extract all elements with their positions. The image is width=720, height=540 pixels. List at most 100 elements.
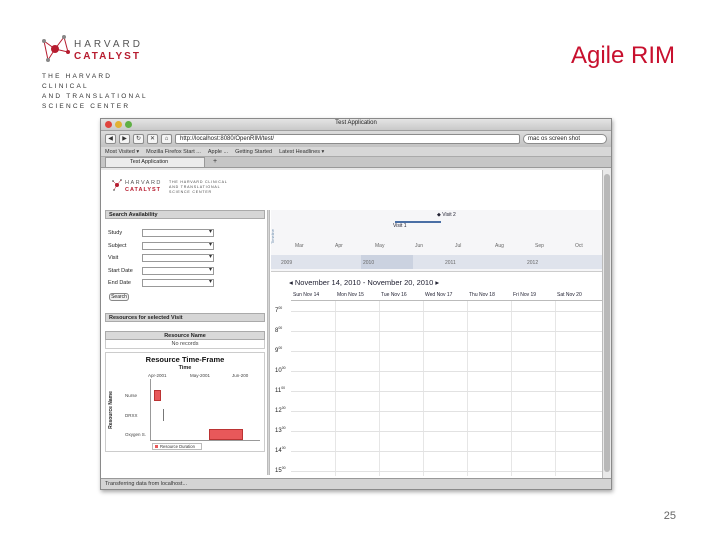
logo-tagline-line: THE HARVARD CLINICAL — [42, 73, 113, 90]
year-band[interactable] — [271, 255, 603, 269]
visit-row: Visit — [105, 252, 265, 265]
bookmark-item[interactable]: Latest Headlines ▾ — [279, 147, 324, 156]
app-logo-tagline-line: SCIENCE CENTER — [169, 190, 212, 194]
hour-minutes: 00 — [281, 386, 286, 390]
hour-minutes: 00 — [278, 306, 283, 310]
search-panel: Search Availability Study Subject Visit … — [105, 210, 265, 475]
visit-select[interactable] — [142, 253, 214, 263]
end-date-select[interactable] — [142, 278, 214, 288]
resource-duration-bar — [154, 389, 161, 401]
search-button[interactable]: Search — [109, 292, 129, 301]
timeline-overview: Timeline ◆ Visit 2 Visit 1 Mar Apr May J… — [269, 210, 603, 272]
next-week-icon[interactable]: ▸ — [435, 278, 439, 287]
bookmark-item[interactable]: Getting Started — [235, 147, 272, 156]
search-availability-heading: Search Availability — [105, 210, 265, 219]
resource-duration-bar — [209, 428, 243, 440]
hour-minutes: 00 — [281, 426, 286, 430]
scrollbar-thumb[interactable] — [604, 174, 610, 472]
visit-2-event[interactable]: ◆ Visit 2 — [437, 212, 456, 218]
resource-timeframe-chart: Resource Time-Frame Time Apr-2001 May-20… — [105, 351, 265, 452]
year-label: 2012 — [527, 260, 539, 266]
day-header[interactable]: Sun Nov 14 — [293, 292, 319, 298]
study-select[interactable] — [142, 228, 214, 238]
resource-row-label: DRXX — [125, 412, 138, 418]
timeline-side-label: Timeline — [269, 229, 275, 244]
month-label: Oct — [575, 243, 583, 249]
stop-icon[interactable]: ✕ — [147, 134, 158, 144]
resource-name-axis-title: Resource Name — [107, 390, 114, 429]
logo-tagline-line: SCIENCE CENTER — [42, 103, 131, 110]
new-tab-plus-icon[interactable]: + — [209, 158, 221, 167]
time-tick-label: Jun-200 — [232, 372, 249, 378]
hour-minutes: 00 — [281, 466, 286, 470]
page-viewport: HARVARD CATALYST THE HARVARD CLINICAL AN… — [101, 170, 604, 479]
home-icon[interactable]: ⌂ — [161, 134, 172, 144]
hour-label: 1500 — [275, 466, 286, 474]
week-calendar-grid[interactable] — [291, 300, 603, 476]
logo-tagline: THE HARVARD CLINICAL AND TRANSLATIONAL S… — [42, 72, 162, 112]
forward-button[interactable]: ▶ — [119, 134, 130, 144]
year-label: 2009 — [281, 260, 293, 266]
hour-value: 14 — [275, 448, 282, 454]
day-header[interactable]: Sat Nov 20 — [557, 292, 582, 298]
app-logo-catalyst: CATALYST — [125, 187, 162, 193]
day-header[interactable]: Tue Nov 16 — [381, 292, 407, 298]
hour-minutes: 00 — [281, 446, 286, 450]
start-date-row: Start Date — [105, 265, 265, 278]
week-navigation: ◂ November 14, 2010 - November 20, 2010 … — [289, 278, 439, 287]
status-bar: Transferring data from localhost... — [101, 478, 611, 489]
hour-value: 15 — [275, 468, 282, 474]
hour-gridline — [291, 431, 603, 432]
hour-gridline — [291, 391, 603, 392]
day-header[interactable]: Fri Nov 19 — [513, 292, 536, 298]
subject-row: Subject — [105, 240, 265, 253]
hour-gridline — [291, 451, 603, 452]
panel-splitter[interactable] — [267, 210, 270, 475]
bookmark-item[interactable]: Apple ... — [208, 147, 228, 156]
study-label: Study — [108, 230, 123, 237]
catalyst-network-icon — [112, 179, 122, 191]
hour-label: 800 — [275, 326, 282, 334]
logo-word-harvard: HARVARD — [74, 39, 143, 50]
slide-title: Agile RIM — [570, 42, 675, 69]
week-range-label: November 14, 2010 - November 20, 2010 — [294, 278, 434, 287]
hour-gridline — [291, 311, 603, 312]
back-button[interactable]: ◀ — [105, 134, 116, 144]
slide: HARVARD CATALYST THE HARVARD CLINICAL AN… — [0, 0, 720, 540]
reload-icon[interactable]: ↻ — [133, 134, 144, 144]
resource-row-label: Oxygen S. — [125, 431, 147, 437]
day-header[interactable]: Wed Nov 17 — [425, 292, 452, 298]
hour-label: 700 — [275, 306, 282, 314]
catalyst-network-icon — [42, 35, 70, 62]
bookmark-item[interactable]: Most Visited ▾ — [105, 147, 139, 156]
logo-tagline-line: AND TRANSLATIONAL — [42, 93, 148, 100]
navigation-toolbar: ◀ ▶ ↻ ✕ ⌂ http://localhost:8080/OpenRIM/… — [101, 131, 611, 147]
start-date-select[interactable] — [142, 266, 214, 275]
subject-select[interactable] — [142, 241, 214, 250]
hour-value: 10 — [275, 368, 282, 374]
visit-label: Visit — [108, 255, 119, 262]
day-header[interactable]: Mon Nov 15 — [337, 292, 364, 298]
year-label: 2011 — [445, 260, 456, 266]
hour-value: 13 — [275, 428, 282, 434]
vertical-scrollbar[interactable] — [602, 170, 611, 479]
url-input[interactable]: http://localhost:8080/OpenRIM/test/ — [175, 134, 520, 144]
month-label: Jul — [455, 243, 462, 249]
day-header[interactable]: Thu Nov 18 — [469, 292, 495, 298]
no-records-message: No records — [105, 339, 265, 349]
visit-1-event[interactable]: Visit 1 — [393, 223, 407, 229]
start-date-label: Start Date — [108, 267, 133, 274]
day-column-divider — [335, 301, 336, 476]
bookmark-item[interactable]: Mozilla Firefox Start ... — [146, 147, 201, 156]
resource-timeframe-title: Resource Time-Frame — [145, 354, 225, 364]
time-tick-label: May-2001 — [190, 372, 211, 378]
resource-name-column-header[interactable]: Resource Name — [105, 330, 265, 340]
time-tick-label: Apr-2001 — [148, 372, 167, 378]
web-search-input[interactable]: mac os screen shot — [523, 134, 607, 144]
hour-gridline — [291, 411, 603, 412]
resource-duration-legend: Resource Duration — [152, 442, 202, 450]
app-logo-harvard: HARVARD — [125, 180, 162, 186]
tab-test-application[interactable]: Test Application — [105, 157, 205, 167]
previous-week-icon[interactable]: ◂ — [289, 278, 293, 287]
day-column-divider — [511, 301, 512, 476]
